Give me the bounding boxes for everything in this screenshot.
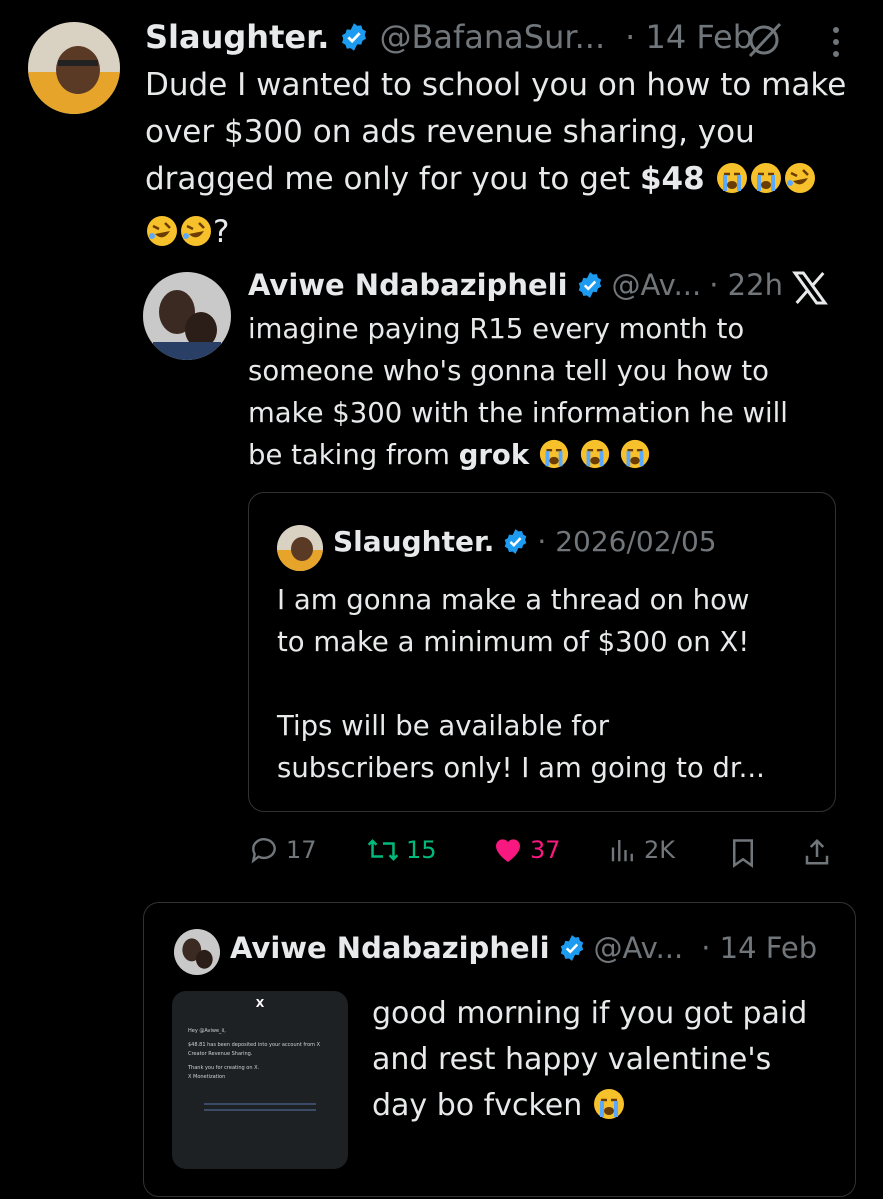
email-x-logo: X (255, 997, 265, 1010)
attached-image[interactable]: X Hey @Aviwe_ii, $48.81 has been deposit… (172, 991, 348, 1169)
quote-text-line: Tips will be available for (277, 710, 610, 742)
tweet-text-line: make $300 with the information he will (248, 397, 788, 429)
avatar-photo-icon (143, 272, 231, 360)
grok-icon[interactable] (744, 20, 784, 60)
email-greeting: Hey @Aviwe_ii, (188, 1028, 226, 1034)
tweet-text-segment: be taking from (248, 439, 459, 471)
rofl-emoji-icon (783, 161, 817, 209)
avatar-photo-icon (28, 22, 120, 114)
heart-icon (496, 839, 520, 862)
views-button[interactable]: 2K (608, 834, 675, 866)
rofl-emoji-icon (145, 214, 179, 262)
loudly-crying-emoji-icon (579, 438, 611, 482)
tweet-time[interactable]: · 14 Feb (625, 18, 753, 56)
loudly-crying-emoji-icon (538, 438, 570, 482)
email-body: $48.81 has been deposited into your acco… (188, 1042, 321, 1057)
tweet-text: Dude I wanted to school you on how to ma… (145, 62, 875, 262)
quote-text-line: I am gonna make a thread on how (277, 584, 750, 616)
quote-text-line: to make a minimum of $300 on X! (277, 626, 750, 658)
tweet-time[interactable]: · 22h (709, 268, 783, 302)
reply-icon (251, 838, 276, 864)
quote-card[interactable]: Slaughter. · 2026/02/05 I am gonna make … (248, 492, 836, 812)
author-handle[interactable]: @BafanaSur... (379, 18, 605, 56)
repost-icon (367, 839, 399, 861)
like-count: 37 (530, 836, 561, 864)
tweet-text-bold: $48 (639, 161, 705, 197)
verified-badge-icon (578, 272, 601, 298)
quote-text-line: good morning if you got paid (372, 996, 808, 1031)
tweet-text-segment: dragged me only for you to get (145, 161, 640, 197)
quote-text: I am gonna make a thread on how to make … (277, 579, 817, 789)
tweet-time: · 2026/02/05 (537, 525, 717, 558)
author-handle: @Av... (593, 931, 684, 965)
verified-badge-icon (342, 23, 367, 51)
x-logo-icon[interactable] (790, 268, 830, 308)
quote-text: good morning if you got paid and rest ha… (372, 991, 832, 1135)
reply-count: 17 (286, 836, 317, 864)
tweet-text-bold: grok (458, 439, 530, 471)
repost-button[interactable]: 15 (366, 834, 437, 866)
views-count: 2K (644, 836, 676, 864)
tweet-time: · 14 Feb (701, 931, 818, 965)
tweet-text-line: ? (145, 209, 875, 262)
author-name: Slaughter. (333, 525, 495, 558)
share-icon[interactable] (802, 836, 832, 868)
views-icon (611, 840, 633, 862)
avatar (174, 929, 220, 975)
email-footer-lines (204, 1103, 316, 1111)
more-options-icon[interactable] (826, 22, 846, 62)
bookmark-icon[interactable] (730, 838, 756, 868)
avatar (277, 525, 323, 571)
like-button[interactable]: 37 (492, 834, 561, 866)
quote-text-segment: day bo fvcken (372, 1088, 583, 1123)
author-name[interactable]: Aviwe Ndabazipheli (248, 268, 568, 302)
tweet-text-segment: ? (213, 214, 230, 250)
tweet-text-line: over $300 on ads revenue sharing, you (145, 114, 755, 150)
avatar-photo-icon (277, 525, 323, 571)
tweet-text: imagine paying R15 every month to someon… (248, 308, 848, 482)
author-name: Aviwe Ndabazipheli (230, 931, 550, 965)
verified-badge-icon (505, 529, 527, 554)
email-thanks: Thank you for creating on X. (188, 1065, 260, 1071)
verified-badge-icon (560, 935, 583, 961)
reply-button[interactable]: 17 (248, 834, 317, 866)
rofl-emoji-icon (179, 214, 213, 262)
quote-text-line: subscribers only! I am going to dr... (277, 752, 765, 784)
loudly-crying-emoji-icon (592, 1087, 626, 1135)
avatar[interactable] (28, 22, 120, 114)
avatar[interactable] (143, 272, 231, 360)
author-name[interactable]: Slaughter. (145, 18, 329, 56)
tweet-text-line: imagine paying R15 every month to (248, 313, 745, 345)
quote-text-line: day bo fvcken (372, 1083, 832, 1135)
tweet-text-line: Dude I wanted to school you on how to ma… (145, 67, 847, 103)
quote-text-line: and rest happy valentine's (372, 1042, 772, 1077)
loudly-crying-emoji-icon (619, 438, 651, 482)
repost-count: 15 (406, 836, 437, 864)
quote-card[interactable]: Aviwe Ndabazipheli @Av... · 14 Feb X Hey… (143, 902, 856, 1197)
tweet-text-line: someone who's gonna tell you how to (248, 355, 769, 387)
tweet-text-line: be taking from grok (248, 434, 848, 482)
avatar-photo-icon (174, 929, 220, 975)
tweet-text-line: dragged me only for you to get $48 (145, 156, 875, 209)
author-handle[interactable]: @Av... (612, 268, 702, 302)
loudly-crying-emoji-icon (749, 161, 783, 209)
loudly-crying-emoji-icon (715, 161, 749, 209)
email-signoff: X Monetization (188, 1074, 226, 1080)
